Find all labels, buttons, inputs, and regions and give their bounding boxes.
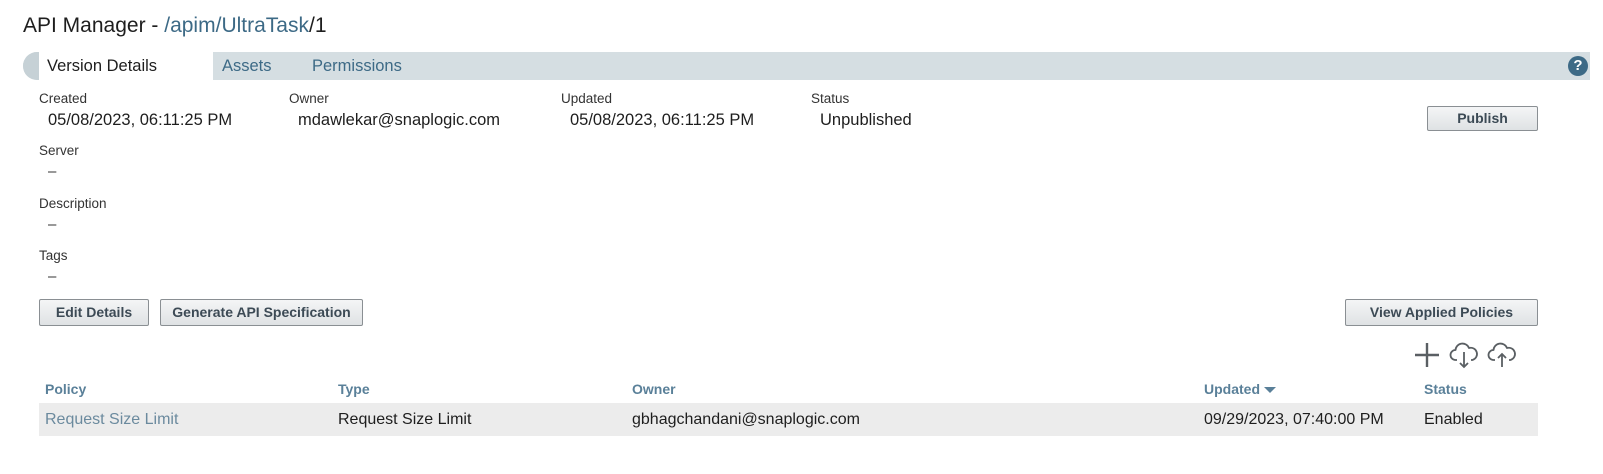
policy-type: Request Size Limit — [338, 411, 472, 428]
created-label: Created — [39, 91, 88, 106]
description-value: – — [48, 216, 57, 233]
breadcrumb-ultratask[interactable]: UltraTask — [221, 14, 309, 37]
owner-value: mdawlekar@snaplogic.com — [298, 111, 500, 129]
created-value: 05/08/2023, 06:11:25 PM — [48, 111, 233, 129]
tab-permissions[interactable]: Permissions — [298, 52, 416, 80]
updated-label: Updated — [561, 91, 613, 106]
tags-label: Tags — [39, 248, 68, 263]
column-header-updated[interactable]: Updated — [1204, 381, 1276, 397]
policy-owner: gbhagchandani@snaplogic.com — [632, 411, 860, 428]
policy-updated: 09/29/2023, 07:40:00 PM — [1204, 411, 1384, 428]
breadcrumb-version: 1 — [314, 14, 327, 37]
policy-name-link[interactable]: Request Size Limit — [45, 403, 178, 436]
breadcrumb-apim[interactable]: apim — [170, 14, 216, 37]
cloud-download-icon[interactable] — [1449, 340, 1479, 370]
table-row[interactable]: Request Size Limit Request Size Limit gb… — [39, 403, 1538, 436]
edit-details-button[interactable]: Edit Details — [39, 299, 149, 326]
tab-bar: Version Details Assets Permissions ? — [23, 52, 1590, 80]
column-header-updated-label: Updated — [1204, 381, 1260, 397]
column-header-status[interactable]: Status — [1424, 381, 1467, 397]
server-value: – — [48, 163, 57, 180]
status-label: Status — [811, 91, 850, 106]
policy-status: Enabled — [1424, 411, 1483, 428]
help-icon[interactable]: ? — [1568, 56, 1588, 76]
tab-assets[interactable]: Assets — [208, 52, 286, 80]
updated-value: 05/08/2023, 06:11:25 PM — [570, 111, 755, 129]
plus-icon[interactable] — [1412, 340, 1442, 370]
tags-value: – — [48, 268, 57, 285]
column-header-type[interactable]: Type — [338, 381, 370, 397]
view-applied-policies-button[interactable]: View Applied Policies — [1345, 299, 1538, 326]
publish-button[interactable]: Publish — [1427, 106, 1538, 131]
tab-bar-cap — [23, 52, 39, 80]
owner-label: Owner — [289, 91, 329, 106]
cloud-upload-icon[interactable] — [1487, 340, 1517, 370]
page-title: API Manager - /apim/UltraTask/1 — [23, 14, 327, 38]
column-header-owner[interactable]: Owner — [632, 381, 676, 397]
tab-version-details[interactable]: Version Details — [39, 52, 213, 80]
status-value: Unpublished — [820, 111, 912, 129]
server-label: Server — [39, 143, 79, 158]
description-label: Description — [39, 196, 107, 211]
sort-descending-icon — [1264, 387, 1276, 394]
title-prefix: API Manager - — [23, 14, 165, 37]
column-header-policy[interactable]: Policy — [45, 381, 86, 397]
generate-api-spec-button[interactable]: Generate API Specification — [160, 299, 363, 326]
